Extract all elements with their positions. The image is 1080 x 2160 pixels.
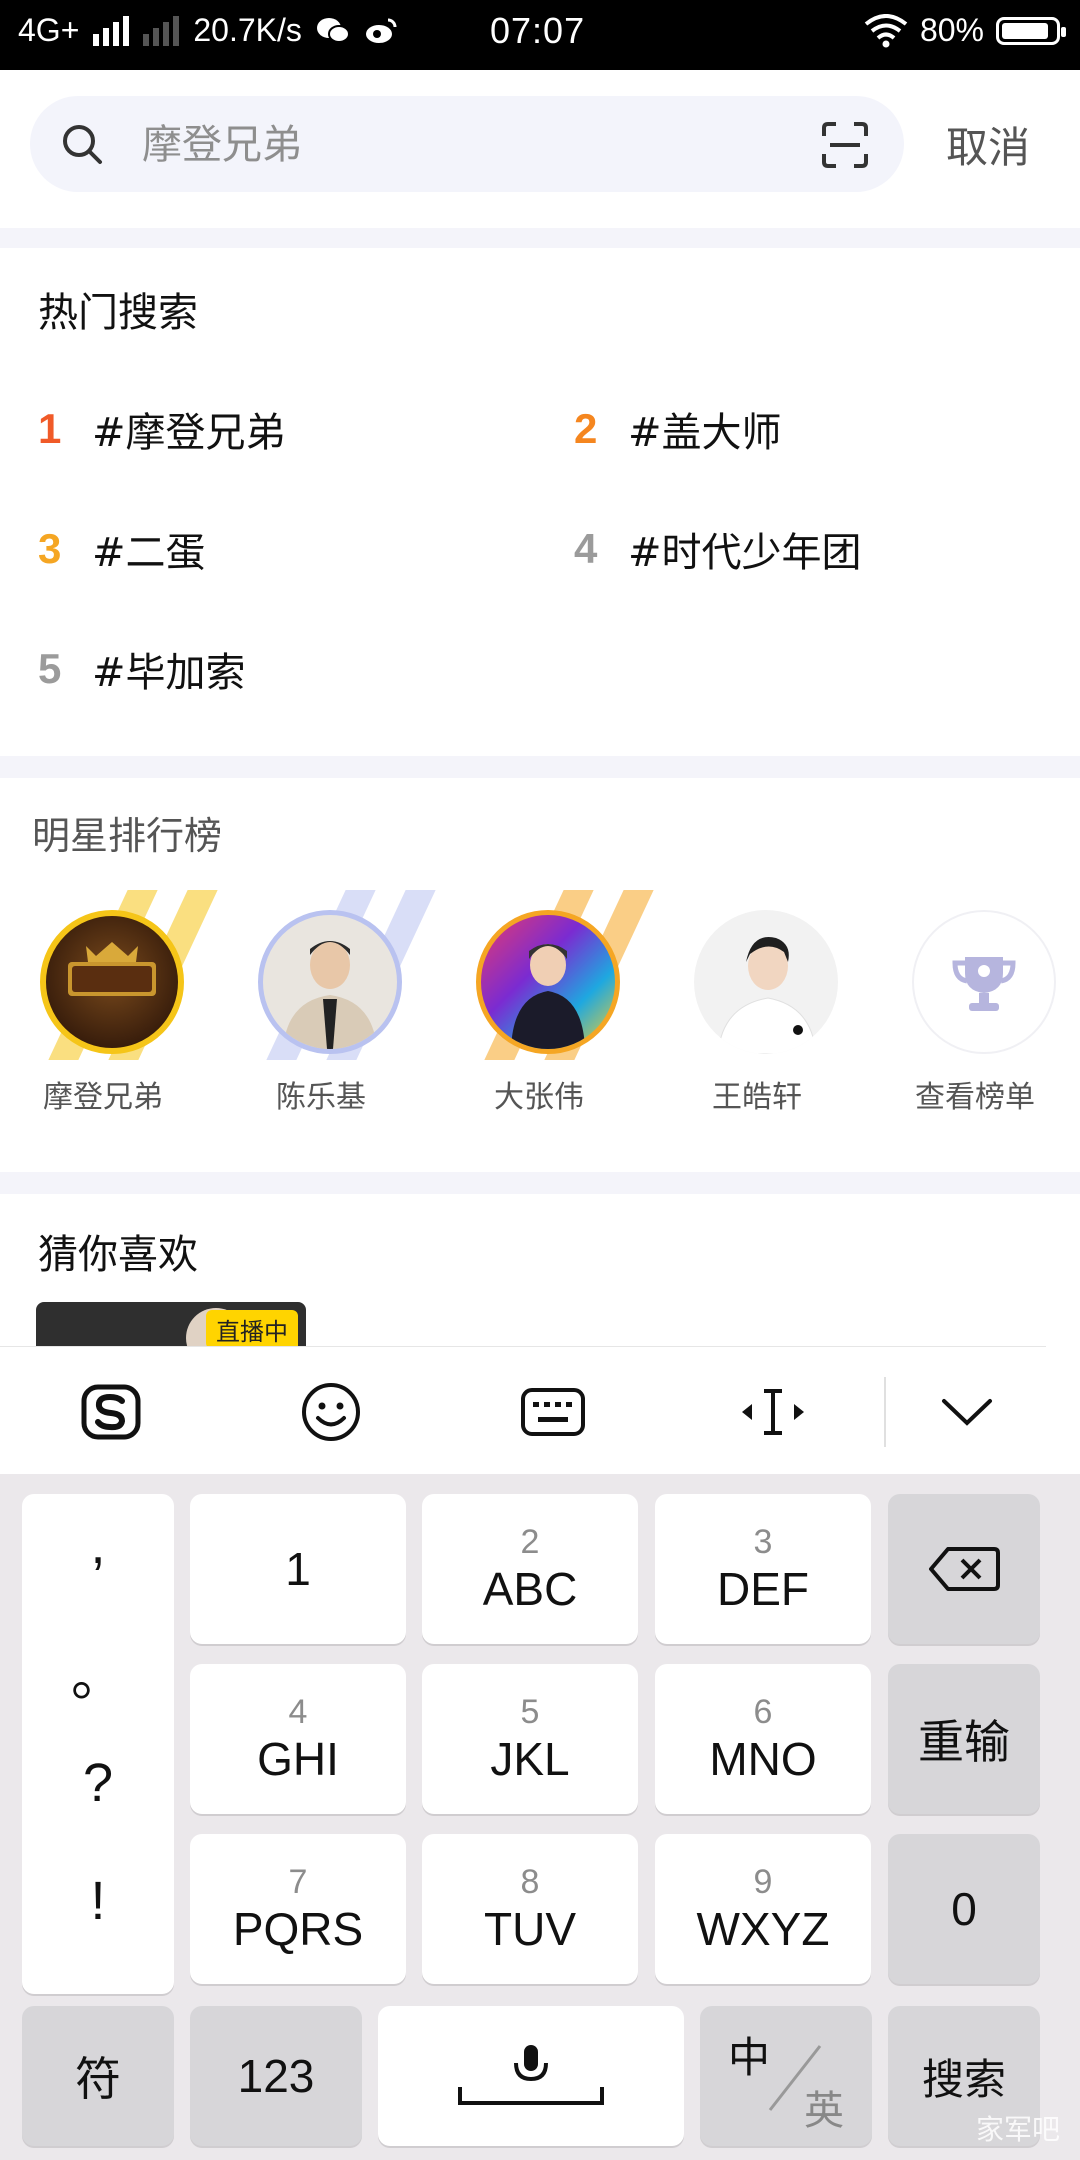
star-name: 王皓轩: [712, 1080, 802, 1115]
live-badge: 直播中: [206, 1310, 298, 1346]
key-4[interactable]: 4 GHI: [190, 1664, 406, 1814]
hot-rank: 4: [574, 525, 598, 572]
key-7[interactable]: 7 PQRS: [190, 1834, 406, 1984]
hot-text: #摩登兄弟: [92, 410, 286, 456]
hot-search-item[interactable]: 1 #摩登兄弟: [38, 400, 286, 458]
symbols-key[interactable]: 符: [22, 2006, 174, 2146]
hot-search-item[interactable]: 4 #时代少年团: [574, 520, 862, 578]
lang-switch-key[interactable]: 中 英: [700, 2006, 872, 2146]
hot-text: #时代少年团: [628, 530, 862, 576]
hot-text: #二蛋: [92, 530, 206, 576]
hot-text: #盖大师: [628, 410, 782, 456]
collapse-keyboard-icon[interactable]: [932, 1377, 1002, 1447]
hot-rank: 5: [38, 645, 62, 692]
person-image: [283, 941, 377, 1049]
hot-search-item[interactable]: 2 #盖大师: [574, 400, 782, 458]
key-6[interactable]: 6 MNO: [655, 1664, 871, 1814]
star-name: 陈乐基: [276, 1080, 366, 1115]
keyboard: , 。 ? ! 1 2 ABC 3 DEF 4 GHI 5 JKL 6 MNO …: [0, 1474, 1080, 2160]
trophy-icon: [952, 957, 1016, 1011]
numbers-key[interactable]: 123: [190, 2006, 362, 2146]
guess-title: 猜你喜欢: [38, 1232, 198, 1278]
wechat-icon: [316, 17, 350, 43]
microphone-icon: [458, 2045, 604, 2105]
backspace-key[interactable]: [888, 1494, 1040, 1644]
avatar: [476, 910, 620, 1054]
key-8[interactable]: 8 TUV: [422, 1834, 638, 1984]
lang-en: 英: [804, 2088, 844, 2134]
network-type: 4G+: [18, 12, 80, 48]
star-item[interactable]: 大张伟: [454, 890, 654, 1116]
scan-icon[interactable]: [820, 120, 870, 170]
punct-exclamation[interactable]: !: [22, 1870, 174, 1932]
star-item[interactable]: 陈乐基: [236, 890, 436, 1116]
key-5[interactable]: 5 JKL: [422, 1664, 638, 1814]
hot-search-item[interactable]: 3 #二蛋: [38, 520, 206, 578]
key-1[interactable]: 1: [190, 1494, 406, 1644]
weibo-icon: [365, 18, 397, 43]
punct-comma[interactable]: ,: [22, 1514, 174, 1576]
sogou-logo-icon[interactable]: [76, 1377, 146, 1447]
search-bar: [30, 96, 904, 192]
star-ranking-title: 明星排行榜: [32, 814, 223, 858]
signal-icon: [93, 15, 130, 46]
hot-search-item[interactable]: 5 #毕加索: [38, 640, 246, 698]
avatar: [40, 910, 184, 1054]
avatar: [258, 910, 402, 1054]
emoji-icon[interactable]: [296, 1377, 366, 1447]
view-ranking-label: 查看榜单: [915, 1080, 1035, 1115]
toolbar-divider: [884, 1377, 886, 1447]
key-3[interactable]: 3 DEF: [655, 1494, 871, 1644]
hot-search-title: 热门搜索: [38, 290, 198, 336]
live-card-thumbnail[interactable]: 直播中: [36, 1302, 306, 1346]
keyboard-toolbar: [0, 1346, 1046, 1475]
search-icon: [63, 125, 102, 164]
key-9[interactable]: 9 WXYZ: [655, 1834, 871, 1984]
cancel-button[interactable]: 取消: [946, 114, 1030, 175]
punct-period[interactable]: 。: [22, 1632, 174, 1711]
wifi-icon: [864, 13, 908, 47]
view-ranking-button[interactable]: 查看榜单: [890, 890, 1060, 1116]
hot-text: #毕加索: [92, 650, 246, 696]
signal-2-icon: [143, 15, 180, 46]
reenter-key[interactable]: 重输: [888, 1664, 1040, 1814]
key-2[interactable]: 2 ABC: [422, 1494, 638, 1644]
watermark: 家军吧: [975, 2113, 1060, 2146]
star-name: 大张伟: [494, 1080, 584, 1115]
section-divider: [0, 756, 1080, 778]
backspace-icon: [929, 1547, 1000, 1591]
star-item[interactable]: 王皓轩: [672, 890, 842, 1116]
person-image: [717, 937, 817, 1054]
punct-question[interactable]: ?: [22, 1752, 174, 1814]
hot-rank: 3: [38, 525, 62, 572]
star-item[interactable]: 摩登兄弟: [18, 890, 218, 1116]
status-time: 07:07: [490, 10, 586, 51]
cursor-move-icon[interactable]: [738, 1377, 808, 1447]
section-divider: [0, 228, 1080, 248]
star-name: 摩登兄弟: [43, 1080, 163, 1115]
network-speed: 20.7K/s: [193, 12, 302, 48]
avatar: [694, 910, 838, 1054]
logo-image: [68, 942, 156, 996]
search-input[interactable]: [140, 112, 844, 178]
status-left: 4G+ 20.7K/s: [18, 12, 398, 49]
person-image: [511, 944, 585, 1049]
section-divider: [0, 1172, 1080, 1194]
status-right: 80%: [864, 12, 1066, 49]
punctuation-column[interactable]: , 。 ? !: [22, 1494, 174, 1994]
hot-rank: 2: [574, 405, 598, 452]
space-key[interactable]: [378, 2006, 684, 2146]
hot-rank: 1: [38, 405, 62, 452]
battery-percent: 80%: [919, 12, 984, 48]
battery-icon: [996, 16, 1066, 45]
status-bar: 4G+ 20.7K/s 07:07 80%: [0, 0, 1080, 70]
keyboard-icon[interactable]: [518, 1377, 588, 1447]
key-0[interactable]: 0: [888, 1834, 1040, 1984]
